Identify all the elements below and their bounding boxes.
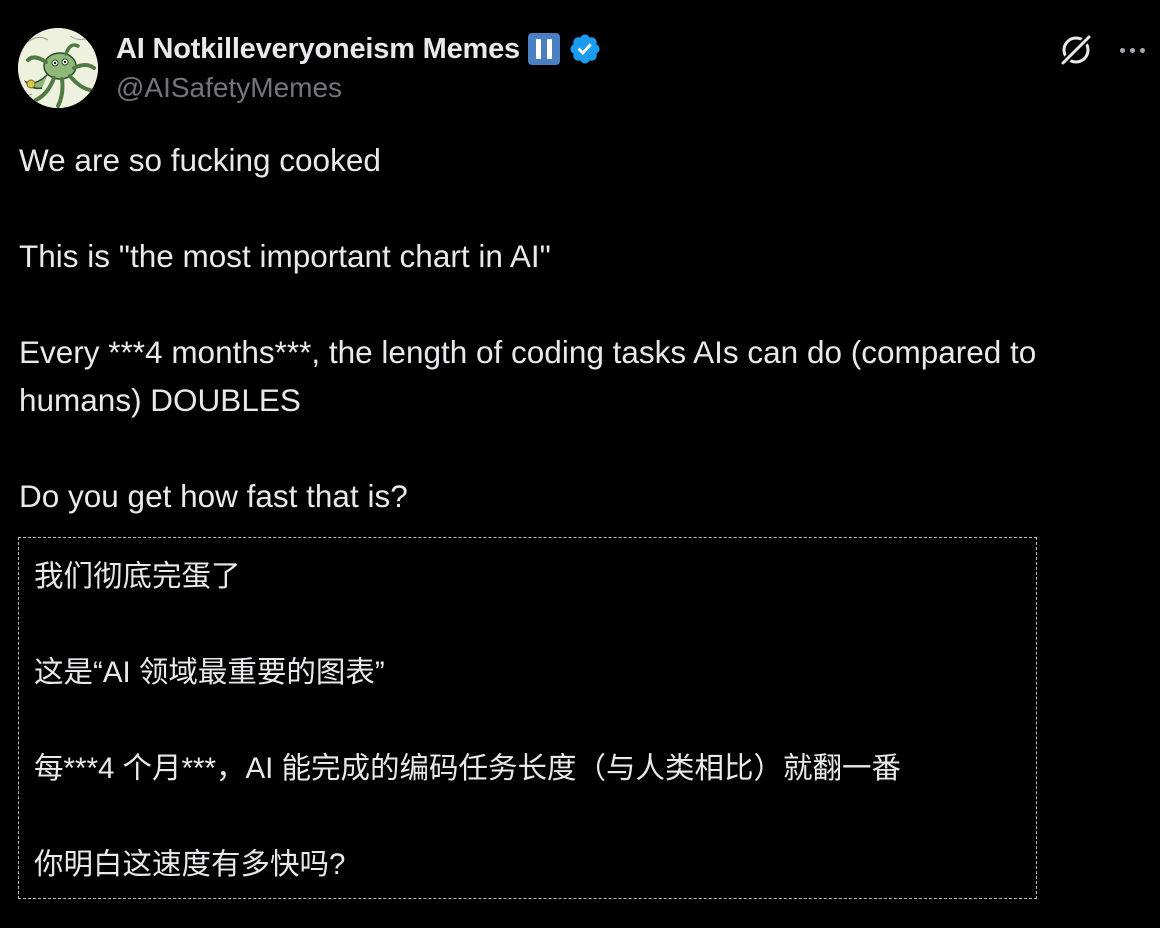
tweet-paragraph: Do you get how fast that is?	[19, 478, 408, 514]
tweet-paragraph: Every ***4 months***, the length of codi…	[19, 334, 1037, 418]
translation-paragraph: 这是“AI 领域最重要的图表”	[34, 656, 385, 689]
more-options-icon[interactable]	[1114, 32, 1150, 68]
grok-icon[interactable]	[1056, 30, 1096, 70]
translation-paragraph: 你明白这速度有多快吗?	[34, 848, 346, 881]
tweet-text: We are so fucking cooked This is "the mo…	[19, 136, 1144, 520]
tweet-post: AI Notkilleveryoneism Memes @AISafetyMem…	[0, 0, 1160, 928]
author-handle[interactable]: @AISafetyMemes	[116, 72, 342, 104]
avatar[interactable]	[18, 28, 98, 108]
translation-box: 我们彻底完蛋了 这是“AI 领域最重要的图表” 每***4 个月***，AI 能…	[18, 537, 1037, 899]
pause-badge-icon	[527, 33, 560, 65]
tweet-paragraph: We are so fucking cooked	[19, 142, 381, 178]
author-display-name[interactable]: AI Notkilleveryoneism Memes	[116, 33, 520, 66]
translation-paragraph: 每***4 个月***，AI 能完成的编码任务长度（与人类相比）就翻一番	[34, 752, 902, 785]
translation-text: 我们彻底完蛋了 这是“AI 领域最重要的图表” 每***4 个月***，AI 能…	[34, 553, 901, 889]
verified-badge-icon	[570, 34, 600, 64]
author-name-row: AI Notkilleveryoneism Memes	[116, 30, 602, 68]
tweet-paragraph: This is "the most important chart in AI"	[19, 238, 551, 274]
tentacle-creature-avatar-icon	[18, 28, 98, 108]
translation-paragraph: 我们彻底完蛋了	[34, 560, 241, 593]
